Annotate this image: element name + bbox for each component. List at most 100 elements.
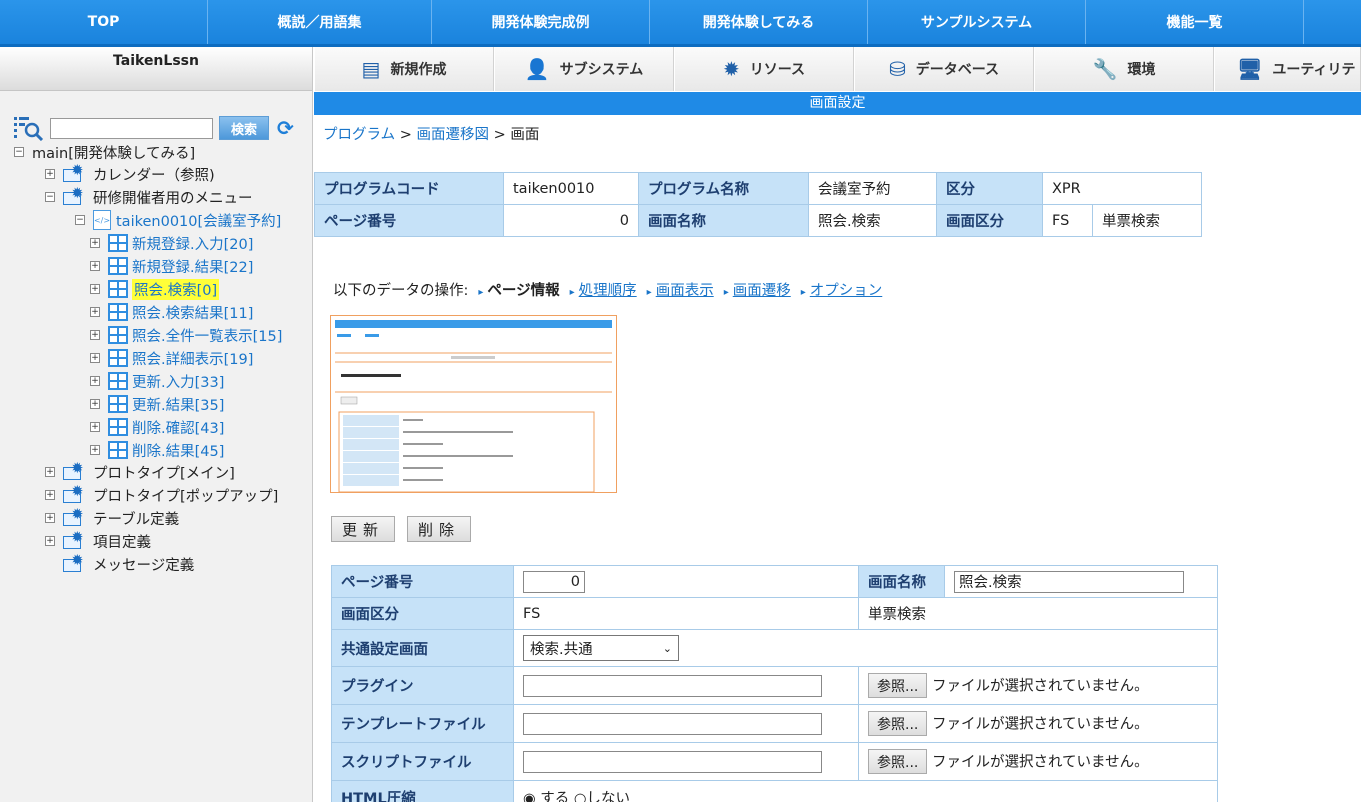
action-buttons: 更新 削除 <box>331 516 472 542</box>
tree-node-prototype-main[interactable]: + ✹ プロトタイプ[メイン] <box>45 461 235 483</box>
expand-icon[interactable]: + <box>90 238 100 248</box>
value-program-name: 会議室予約 <box>808 172 937 205</box>
tree-node-screen[interactable]: + 照会.検索結果[11] <box>90 301 253 323</box>
expand-icon[interactable]: + <box>90 422 100 432</box>
breadcrumb-program[interactable]: プログラム <box>323 127 395 143</box>
toolbar-utility[interactable]: 🖥 ユーティリテ <box>1214 47 1361 91</box>
nav-features[interactable]: 機能一覧 <box>1086 0 1304 44</box>
item-gear-icon: ✹ <box>63 530 91 550</box>
screen-grid-icon <box>108 372 128 390</box>
nav-complete-example[interactable]: 開発体験完成例 <box>432 0 650 44</box>
tree-label: main[開発体験してみる] <box>32 145 196 162</box>
tree-node-screen[interactable]: + 新規登録.結果[22] <box>90 255 253 277</box>
tree-node-screen[interactable]: + 照会.全件一覧表示[15] <box>90 324 282 346</box>
message-gear-icon: ✹ <box>63 553 91 573</box>
tree-node-screen[interactable]: + 削除.結果[45] <box>90 439 224 461</box>
toolbar-subsystem[interactable]: 👤 サブシステム <box>494 47 674 91</box>
tree-node-prototype-popup[interactable]: + ✹ プロトタイプ[ポップアップ] <box>45 484 278 506</box>
tree-node-main[interactable]: − main[開発体験してみる] <box>14 141 195 163</box>
tree-node-screen[interactable]: + 削除.確認[43] <box>90 416 224 438</box>
template-input[interactable] <box>523 712 822 735</box>
nav-try-dev[interactable]: 開発体験してみる <box>650 0 868 44</box>
expand-icon[interactable]: + <box>45 467 55 477</box>
screen-grid-icon <box>108 349 128 367</box>
ops-link-order[interactable]: 処理順序 <box>579 283 637 299</box>
radio-no-label: しない <box>586 791 631 802</box>
tree-node-table-def[interactable]: + ✹ テーブル定義 <box>45 507 179 529</box>
tree-search-input[interactable] <box>50 117 213 139</box>
nav-overview[interactable]: 概説／用語集 <box>208 0 432 44</box>
ops-link-display[interactable]: 画面表示 <box>656 283 714 299</box>
toolbar-database[interactable]: ⛁ データベース <box>854 47 1034 91</box>
screen-name-input[interactable]: 照会.検索 <box>954 570 1184 593</box>
tree-label: 研修開催者用のメニュー <box>93 190 253 207</box>
expand-icon[interactable]: + <box>45 513 55 523</box>
nav-top[interactable]: TOP <box>0 0 208 44</box>
toolbar-environment[interactable]: 🔧 環境 <box>1034 47 1214 91</box>
tree-node-screen[interactable]: + 照会.詳細表示[19] <box>90 347 253 369</box>
plugin-input[interactable] <box>523 674 822 697</box>
tree-node-screen[interactable]: + 更新.結果[35] <box>90 393 224 415</box>
expand-icon[interactable]: + <box>45 536 55 546</box>
tree-node-item-def[interactable]: + ✹ 項目定義 <box>45 530 151 552</box>
script-input[interactable] <box>523 750 822 773</box>
collapse-icon[interactable]: − <box>45 192 55 202</box>
expand-icon[interactable]: + <box>90 307 100 317</box>
common-screen-select[interactable]: 検索.共通 ⌄ <box>523 635 679 661</box>
tree-node-screen[interactable]: + 新規登録.入力[20] <box>90 232 253 254</box>
toolbar: ▤ 新規作成 👤 サブシステム ✹ リソース ⛁ データベース 🔧 環境 🖥 ユーティリテ <box>314 47 1361 91</box>
toolbar-label: 環境 <box>1127 62 1156 78</box>
plugin-browse-button[interactable]: 参照... <box>868 673 928 698</box>
toolbar-label: サブシステム <box>559 62 644 78</box>
expand-icon[interactable]: + <box>45 490 55 500</box>
top-nav: TOP 概説／用語集 開発体験完成例 開発体験してみる サンプルシステム 機能一… <box>0 0 1361 47</box>
ops-label: 以下のデータの操作: <box>333 283 469 299</box>
toolbar-resource[interactable]: ✹ リソース <box>674 47 854 91</box>
radio-no[interactable]: ○ <box>574 791 587 802</box>
delete-button[interactable]: 削除 <box>407 516 472 542</box>
tree-node-screen[interactable]: + 更新.入力[33] <box>90 370 224 392</box>
expand-icon[interactable]: + <box>90 261 100 271</box>
label-screen-kubun: 画面区分 <box>936 204 1043 237</box>
ops-link-transition[interactable]: 画面遷移 <box>733 283 791 299</box>
expand-icon[interactable]: + <box>90 399 100 409</box>
value-kubun: XPR <box>1042 172 1202 205</box>
form-value-screen-kubun: FS <box>513 597 859 630</box>
screen-preview-thumbnail[interactable] <box>330 315 617 493</box>
tree-label: 削除.確認[43] <box>132 420 225 437</box>
form-value-screen-kubun-name: 単票検索 <box>858 597 1218 630</box>
refresh-icon[interactable]: ⟳ <box>277 116 294 140</box>
breadcrumb-transition[interactable]: 画面遷移図 <box>416 127 489 143</box>
expand-icon[interactable]: + <box>90 330 100 340</box>
tree-label: 照会.詳細表示[19] <box>132 351 254 368</box>
template-browse-button[interactable]: 参照... <box>868 711 928 736</box>
nav-extra[interactable] <box>1304 0 1361 44</box>
label-screen-name: 画面名称 <box>638 204 809 237</box>
screen-grid-icon <box>108 418 128 436</box>
plugin-no-file: ファイルが選択されていません。 <box>931 678 1149 695</box>
page-no-input[interactable]: 0 <box>523 570 585 593</box>
expand-icon[interactable]: + <box>90 376 100 386</box>
collapse-icon[interactable]: − <box>14 147 24 157</box>
collapse-icon[interactable]: − <box>75 215 85 225</box>
tree-search-button[interactable]: 検索 <box>219 116 269 140</box>
tree-label: メッセージ定義 <box>93 557 195 574</box>
script-browse-button[interactable]: 参照... <box>868 749 928 774</box>
chevron-down-icon: ⌄ <box>662 641 672 655</box>
expand-icon[interactable]: + <box>90 284 100 294</box>
expand-icon[interactable]: + <box>90 353 100 363</box>
update-button[interactable]: 更新 <box>331 516 396 542</box>
radio-yes[interactable]: ◉ <box>523 791 536 802</box>
screen-grid-icon <box>108 257 128 275</box>
table-gear-icon: ✹ <box>63 507 91 527</box>
nav-sample-system[interactable]: サンプルシステム <box>868 0 1086 44</box>
tree-node-menu[interactable]: − ✹ 研修開催者用のメニュー <box>45 186 253 208</box>
tree-node-program[interactable]: − </> taiken0010[会議室予約] <box>75 209 281 231</box>
expand-icon[interactable]: + <box>45 169 55 179</box>
expand-icon[interactable]: + <box>90 445 100 455</box>
tree-node-message-def[interactable]: ✹ メッセージ定義 <box>63 553 194 575</box>
tree-node-calendar[interactable]: + ✹ カレンダー（参照) <box>45 163 215 185</box>
toolbar-new[interactable]: ▤ 新規作成 <box>314 47 494 91</box>
tree-node-screen-selected[interactable]: + 照会.検索[0] <box>90 278 220 300</box>
ops-link-option[interactable]: オプション <box>810 283 883 299</box>
